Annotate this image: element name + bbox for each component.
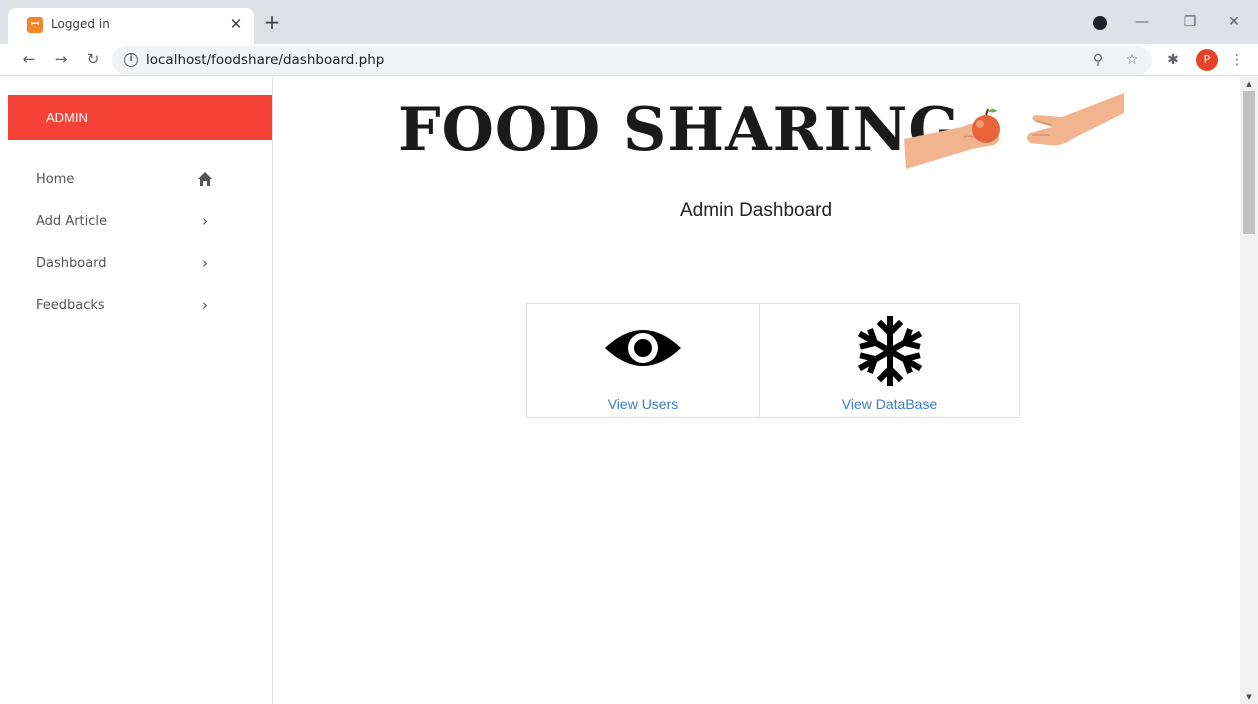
new-tab-icon[interactable]: + [262,12,282,32]
address-bar[interactable]: i localhost/foodshare/dashboard.php ⚲ ☆ [112,46,1152,74]
sidebar-header: ADMIN [8,95,272,140]
view-users-card[interactable]: View Users [527,304,760,417]
sidebar-item-home[interactable]: Home [36,168,226,192]
chevron-right-icon: › [202,254,208,272]
minimize-icon[interactable]: — [1130,10,1154,34]
sidebar-item-feedbacks[interactable]: Feedbacks › [36,294,226,318]
chrome-menu-icon[interactable]: ⋮ [1226,49,1248,71]
page-viewport: ADMIN Home Add Article › Dashboard › Fee… [0,77,1240,704]
site-info-icon[interactable]: i [124,53,138,67]
hands-sharing-food-illustration [904,93,1124,169]
page-title: FOOD SHARING [398,95,961,165]
close-window-icon[interactable]: ✕ [1222,10,1246,34]
view-users-link[interactable]: View Users [527,396,759,412]
chrome-profile-menu-icon[interactable] [1093,16,1107,30]
bookmark-star-icon[interactable]: ☆ [1122,50,1142,70]
extensions-puzzle-icon[interactable]: ✱ [1162,49,1184,71]
admin-action-cards: View Users View DataBase [526,303,1020,418]
chevron-right-icon: › [202,296,208,314]
sidebar-item-label: Home [36,172,75,187]
snowflake-icon [857,316,922,386]
restore-icon[interactable]: ❐ [1178,10,1202,34]
dashboard-subtitle: Admin Dashboard [679,200,833,221]
view-database-link[interactable]: View DataBase [760,396,1019,412]
view-database-card[interactable]: View DataBase [760,304,1019,417]
back-icon[interactable]: ← [18,48,40,70]
sidebar-item-label: Dashboard [36,256,107,271]
sidebar-item-dashboard[interactable]: Dashboard › [36,252,226,276]
reload-icon[interactable]: ↻ [82,48,104,70]
page-scrollbar[interactable]: ▲ ▼ [1240,77,1258,704]
url-text[interactable]: localhost/foodshare/dashboard.php [146,52,384,68]
sidebar-header-label: ADMIN [46,110,88,125]
zoom-icon[interactable]: ⚲ [1088,50,1108,70]
tab-title: Logged in [51,17,110,31]
sidebar: ADMIN Home Add Article › Dashboard › Fee… [0,77,273,704]
browser-toolbar: ← → ↻ i localhost/foodshare/dashboard.ph… [0,44,1258,76]
home-icon [196,168,214,190]
scroll-thumb[interactable] [1243,91,1255,234]
profile-avatar[interactable]: P [1196,49,1218,71]
close-tab-icon[interactable]: ✕ [227,15,245,33]
browser-tab-active[interactable]: ꟷ Logged in ✕ [8,8,254,44]
forward-icon[interactable]: → [50,48,72,70]
sidebar-item-label: Feedbacks [36,298,105,313]
scroll-up-icon[interactable]: ▲ [1244,79,1254,89]
browser-tab-strip: ꟷ Logged in ✕ + — ❐ ✕ [0,0,1258,44]
eye-icon [605,330,681,366]
scroll-down-icon[interactable]: ▼ [1244,692,1254,702]
xampp-icon: ꟷ [27,17,43,33]
